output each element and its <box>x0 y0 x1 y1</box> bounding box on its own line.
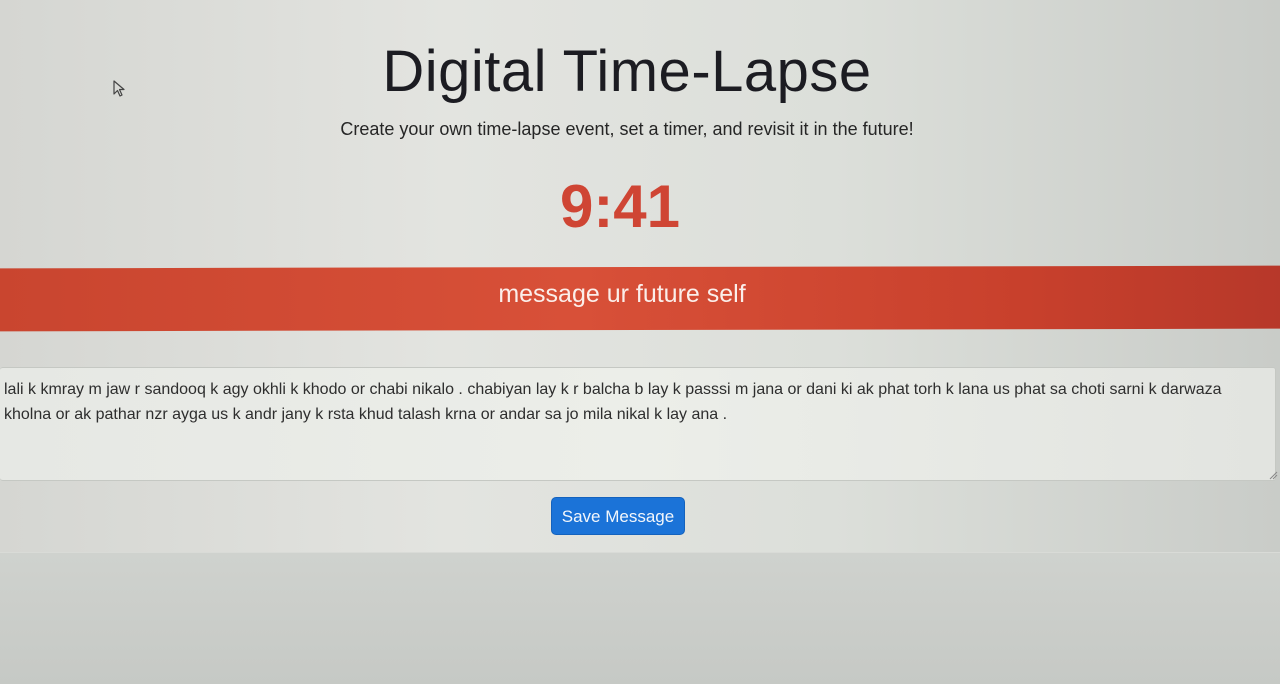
footer-area <box>0 553 1280 684</box>
future-message-textarea[interactable]: lali k kmray m jaw r sandooq k agy okhli… <box>0 367 1276 481</box>
message-banner-label: message ur future self <box>498 280 746 308</box>
countdown-timer: 9:41 <box>559 173 681 240</box>
page-subtitle: Create your own time-lapse event, set a … <box>340 119 914 139</box>
save-message-button[interactable]: Save Message <box>551 497 685 535</box>
resize-grip-icon[interactable] <box>1268 470 1278 480</box>
page: Digital Time-Lapse Create your own time-… <box>0 0 1280 684</box>
page-title: Digital Time-Lapse <box>382 39 872 104</box>
